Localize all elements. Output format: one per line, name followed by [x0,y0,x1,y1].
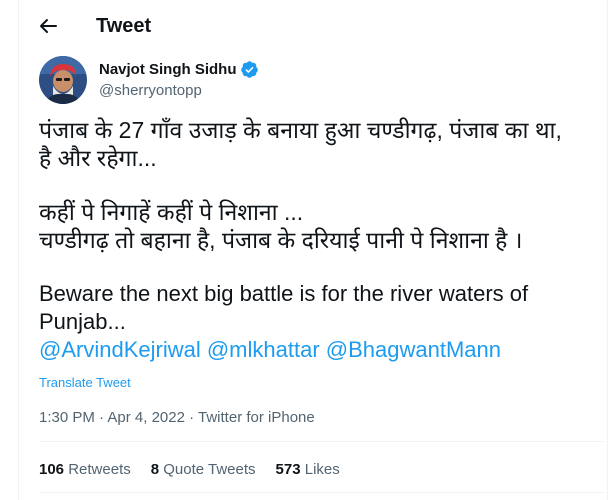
divider [39,441,604,442]
author-handle[interactable]: @sherryontopp [99,81,202,100]
tweet-line: पंजाब के 27 गाँव उजाड़ के बनाया हुआ चण्ड… [39,117,562,143]
mention-mlkhattar[interactable]: @mlkhattar [207,337,320,362]
tweet-meta: 1:30 PM · Apr 4, 2022 · Twitter for iPho… [39,408,315,428]
retweets-stat[interactable]: 106 Retweets [39,460,131,480]
likes-stat[interactable]: 573 Likes [276,460,340,480]
arrow-left-icon [40,19,57,33]
likes-count: 573 [275,461,301,478]
meta-separator: · [94,409,108,426]
tweet-text: पंजाब के 27 गाँव उजाड़ के बनाया हुआ चण्ड… [39,116,604,364]
translate-tweet-link[interactable]: Translate Tweet [39,375,131,391]
retweets-count: 106 [39,461,65,478]
tweet-line: Beware the next big battle is for the ri… [39,281,529,306]
tweet-date[interactable]: Apr 4, 2022 [107,409,185,426]
page-title: Tweet [96,15,152,37]
author-name: Navjot Singh Sidhu [99,61,237,78]
mention-bhagwantmann[interactable]: @BhagwantMann [326,337,501,362]
retweets-label: Retweets [68,461,131,478]
tweet-line: Punjab... [39,309,126,334]
back-button[interactable] [36,14,60,38]
avatar[interactable] [39,56,87,104]
tweet-line: कहीं पे निगाहें कहीं पे निशाना ... [39,199,304,225]
tweet-source[interactable]: Twitter for iPhone [198,409,315,426]
meta-separator: · [184,409,199,426]
divider [39,492,604,493]
tweet-line: चण्डीगढ़ तो बहाना है, पंजाब के दरियाई पा… [39,227,523,253]
tweet-time[interactable]: 1:30 PM [39,409,95,426]
mentions-line: @ArvindKejriwal @mlkhattar @BhagwantMann [39,336,604,364]
verified-badge-icon [240,61,258,78]
mention-arvindkejriwal[interactable]: @ArvindKejriwal [39,337,201,362]
page-header: Tweet [19,0,607,53]
likes-label: Likes [304,461,340,478]
tweet-detail-panel: Tweet Navjot Singh Sidhu @sherryontopp प… [18,0,608,500]
quote-tweets-count: 8 [150,461,160,478]
quote-tweets-label: Quote Tweets [163,461,256,478]
author-name-row[interactable]: Navjot Singh Sidhu [99,60,259,79]
tweet-stats: 106 Retweets 8 Quote Tweets 573 Likes [39,460,360,480]
tweet-line: है और रहेगा... [39,145,157,171]
quote-tweets-stat[interactable]: 8 Quote Tweets [151,460,256,480]
